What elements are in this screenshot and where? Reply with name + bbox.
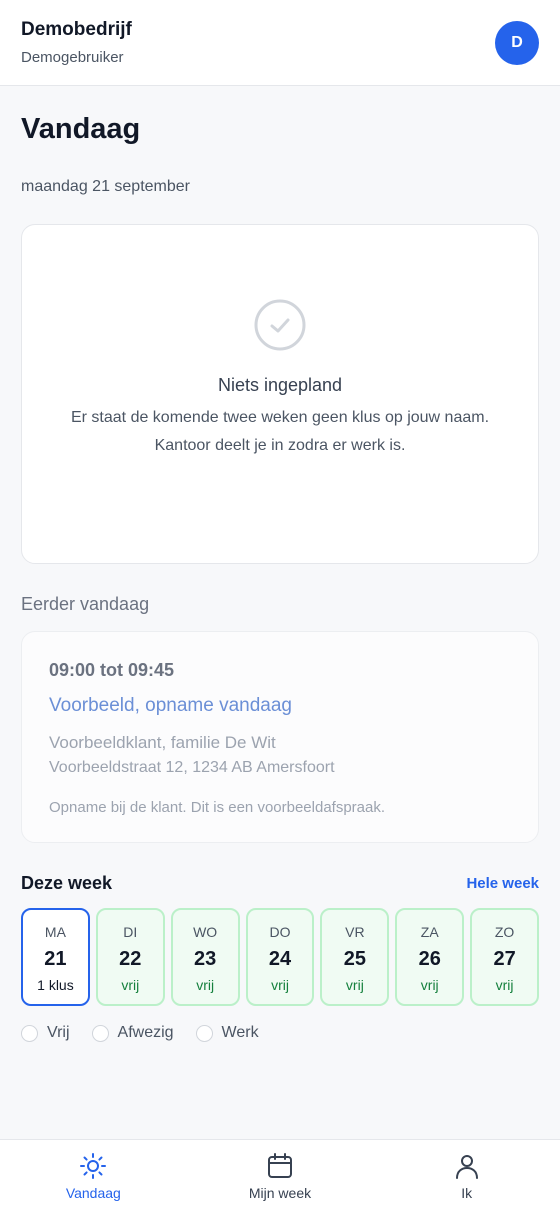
- appointment-card[interactable]: 09:00 tot 09:45 Voorbeeld, opname vandaa…: [21, 631, 539, 843]
- nav-label: Mijn week: [248, 1185, 312, 1201]
- day-status: vrij: [495, 977, 514, 993]
- day-status: 1 klus: [37, 977, 74, 993]
- day-card-ma[interactable]: MA 21 1 klus: [21, 908, 90, 1006]
- appointment-client: Voorbeeldklant, familie De Wit: [49, 733, 276, 752]
- legend-item: Vrij: [21, 1024, 70, 1042]
- day-name: ZA: [420, 924, 439, 940]
- nav-label: Vandaag: [65, 1185, 121, 1201]
- legend-dot: [21, 1024, 38, 1042]
- day-card-za[interactable]: ZA 26 vrij: [395, 908, 465, 1006]
- full-week-link[interactable]: Hele week: [466, 875, 539, 892]
- appointment-note: Opname bij de klant. Dit is een voorbeel…: [49, 799, 386, 816]
- day-date: 23: [194, 948, 217, 970]
- day-status: vrij: [271, 977, 289, 993]
- bottom-nav: Vandaag Mijn week Ik: [0, 1139, 560, 1212]
- appointment-time: 09:00 tot 09:45: [49, 660, 175, 680]
- app-header: Demobedrijf Demogebruiker D: [0, 0, 560, 86]
- day-date: 24: [268, 948, 292, 970]
- header-text: Demobedrijf Demogebruiker: [21, 19, 132, 66]
- appointment-address: Voorbeeldstraat 12, 1234 AB Amersfoort: [49, 759, 335, 776]
- current-date: maandag 21 september: [21, 178, 190, 195]
- day-date: 27: [493, 948, 516, 970]
- day-date: 25: [343, 948, 366, 970]
- calendar-icon: [267, 1153, 292, 1178]
- week-title: Deze week: [21, 873, 113, 893]
- legend-label: Afwezig: [117, 1024, 174, 1041]
- day-name: WO: [193, 924, 218, 940]
- day-card-zo[interactable]: ZO 27 vrij: [470, 908, 540, 1006]
- day-name: DI: [123, 924, 138, 940]
- page-title: Vandaag: [21, 113, 141, 145]
- nav-item-mijn-week[interactable]: Mijn week: [215, 1151, 345, 1201]
- day-card-di[interactable]: DI 22 vrij: [95, 908, 165, 1006]
- legend-label: Vrij: [47, 1024, 70, 1041]
- empty-state-card: Niets ingepland Er staat de komende twee…: [21, 224, 539, 564]
- day-name: ZO: [494, 924, 515, 940]
- day-status: vrij: [420, 977, 439, 993]
- main-content: Vandaag maandag 21 september Niets ingep…: [0, 113, 560, 1042]
- nav-label: Ik: [461, 1185, 473, 1201]
- empty-state-title: Niets ingepland: [217, 374, 343, 395]
- legend-dot: [91, 1024, 109, 1042]
- day-card-vr[interactable]: VR 25 vrij: [320, 908, 390, 1006]
- user-icon: [455, 1155, 478, 1179]
- day-date: 22: [119, 948, 142, 970]
- sun-icon: [80, 1153, 107, 1179]
- legend-label: Werk: [221, 1024, 259, 1041]
- day-name: VR: [345, 924, 365, 940]
- legend-dot: [195, 1024, 213, 1042]
- nav-item-ik[interactable]: Ik: [402, 1151, 532, 1201]
- legend-item: Werk: [195, 1024, 259, 1042]
- day-status: vrij: [121, 977, 140, 993]
- week-days: MA 21 1 klus DI 22 vrij WO 23 vrij DO 24…: [21, 908, 540, 1006]
- week-header: Deze week Hele week: [21, 873, 539, 894]
- week-legend: Vrij Afwezig Werk: [21, 1024, 539, 1042]
- day-date: 21: [44, 948, 67, 970]
- company-name: Demobedrijf: [21, 19, 132, 40]
- appointment-title-link[interactable]: Voorbeeld, opname vandaag: [49, 695, 511, 717]
- check-circle-icon: [254, 299, 306, 350]
- day-card-wo[interactable]: WO 23 vrij: [170, 908, 240, 1006]
- day-name: DO: [269, 924, 291, 940]
- earlier-section-title: Eerder vandaag: [21, 594, 150, 614]
- avatar[interactable]: D: [495, 20, 539, 65]
- day-date: 26: [418, 948, 441, 970]
- day-name: MA: [44, 924, 66, 940]
- day-card-do[interactable]: DO 24 vrij: [245, 908, 315, 1006]
- empty-state-message: Er staat de komende twee weken geen klus…: [70, 408, 490, 454]
- day-status: vrij: [345, 977, 364, 993]
- user-name: Demogebruiker: [21, 49, 124, 66]
- legend-item: Afwezig: [91, 1024, 174, 1042]
- day-status: vrij: [196, 977, 215, 993]
- nav-item-vandaag[interactable]: Vandaag: [28, 1151, 158, 1201]
